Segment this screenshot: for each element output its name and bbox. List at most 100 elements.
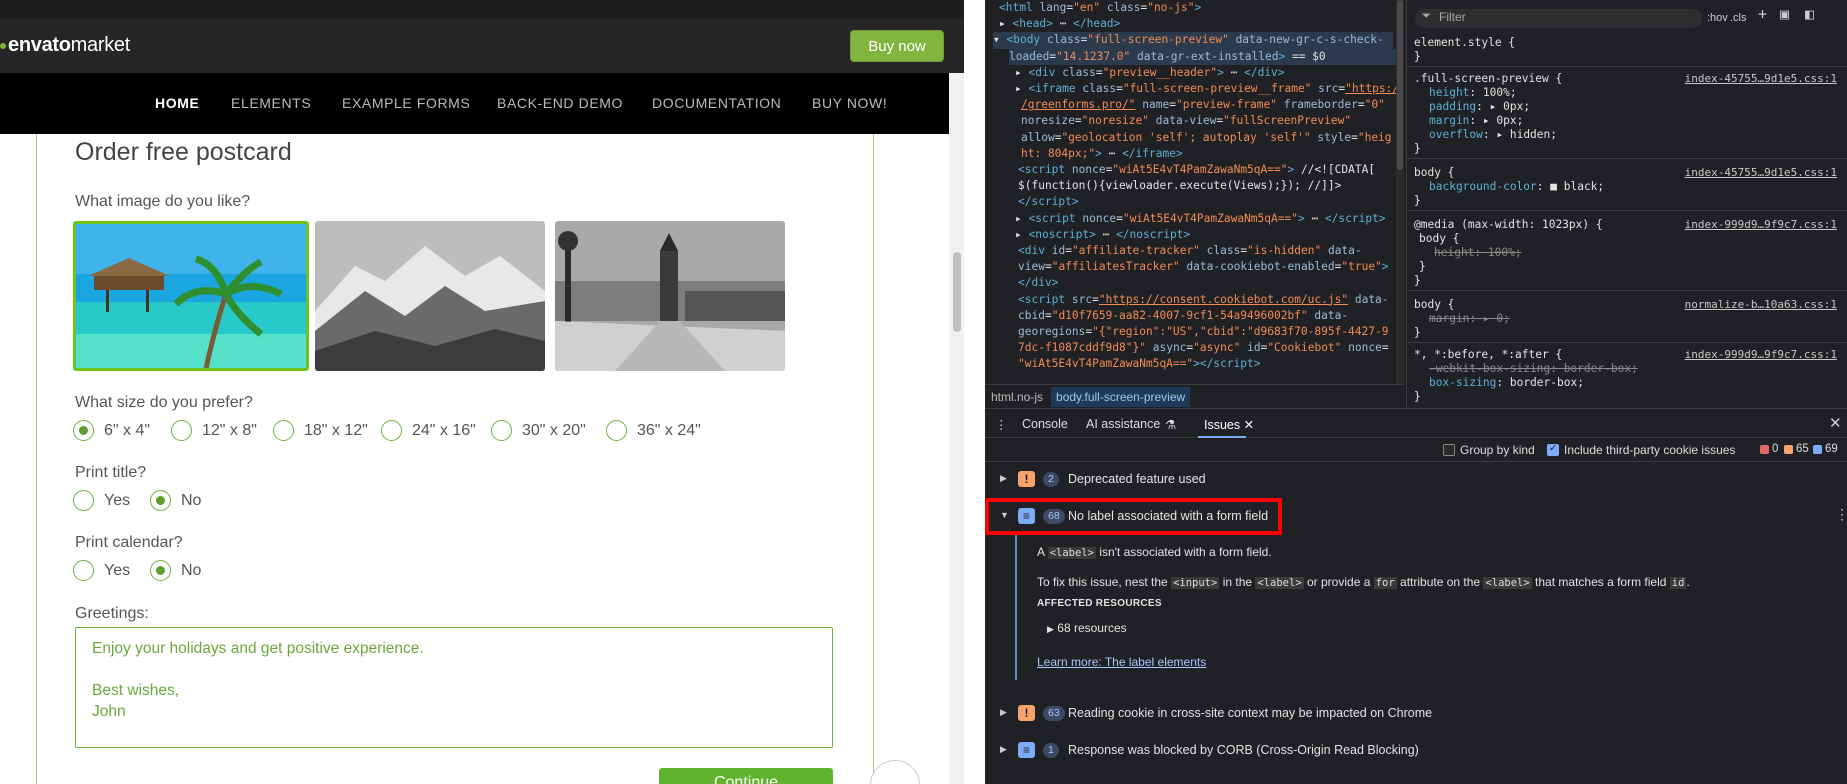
resources-toggle[interactable]: ▶ 68 resources: [1047, 621, 1127, 635]
close-drawer-icon[interactable]: ✕: [1829, 414, 1842, 432]
issue-cross-site-cookie[interactable]: ▶ ! 63 Reading cookie in cross-site cont…: [985, 696, 1847, 732]
nav-elements[interactable]: ELEMENTS: [231, 95, 311, 111]
size-option-12x8[interactable]: 12" x 8": [171, 420, 257, 441]
issue-corb-blocked[interactable]: ▶ ≡ 1 Response was blocked by CORB (Cros…: [985, 733, 1847, 769]
envato-logo[interactable]: envatomarket: [0, 34, 130, 57]
dom-line[interactable]: ▾ <body class="full-screen-preview" data…: [993, 32, 1393, 49]
warning-count: 65: [1784, 443, 1809, 455]
nav-buy-now[interactable]: BUY NOW!: [812, 95, 887, 111]
styles-pane: ⏷ Filter :hov .cls + ▣ ◧ element.style { …: [1406, 0, 1847, 408]
dom-line[interactable]: ▸ <div class="preview__header"> ⋯ </div>: [1015, 65, 1285, 81]
image-option-london[interactable]: [555, 221, 785, 371]
breadcrumb-body[interactable]: body.full-screen-preview: [1051, 386, 1191, 407]
learn-more-link[interactable]: Learn more: The label elements: [1037, 655, 1206, 669]
issue-details: A <label> isn't associated with a form f…: [1015, 535, 1847, 680]
dom-line[interactable]: ▸ <script nonce="wiAt5E4vT4PamZawaNm5qA=…: [1015, 211, 1386, 227]
tab-ai-assistance[interactable]: AI assistance: [1086, 417, 1160, 431]
dom-line[interactable]: ▸ <head> ⋯ </head>: [999, 16, 1120, 32]
issue-title: Deprecated feature used: [1068, 472, 1206, 486]
styles-filter-input[interactable]: ⏷ Filter: [1415, 9, 1702, 28]
print-calendar-yes[interactable]: Yes: [73, 560, 130, 581]
buy-now-button[interactable]: Buy now: [850, 30, 944, 62]
dom-breadcrumb: html.no-js body.full-screen-preview: [985, 384, 1404, 408]
paint-icon[interactable]: ▣: [1780, 7, 1789, 22]
issue-count-badge: 1: [1043, 743, 1059, 758]
computed-sidebar-icon[interactable]: ◧: [1805, 7, 1814, 22]
dom-scrollbar-thumb[interactable]: [1397, 0, 1403, 170]
drawer-tabs: ⋮ Console AI assistance ⚗ Issues ✕ ✕: [985, 408, 1847, 438]
expand-icon: ▶: [1000, 473, 1007, 483]
size-option-24x16[interactable]: 24" x 16": [381, 420, 476, 441]
nav-back-end-demo[interactable]: BACK-END DEMO: [497, 95, 623, 111]
filter-icon: ⏷: [1422, 10, 1431, 22]
image-option-mountains[interactable]: [315, 221, 545, 371]
group-by-kind-checkbox[interactable]: Group by kind: [1443, 443, 1535, 457]
print-title-no[interactable]: No: [150, 490, 201, 511]
include-third-party-checkbox[interactable]: Include third-party cookie issues: [1547, 443, 1735, 457]
top-strip: [0, 0, 964, 18]
page-scrollbar[interactable]: [949, 73, 964, 784]
close-tab-icon[interactable]: ✕: [1244, 418, 1254, 432]
cls-toggle[interactable]: .cls: [1730, 12, 1747, 26]
warning-icon: [1784, 444, 1793, 454]
issue-deprecated-feature[interactable]: ▶ ! 2 Deprecated feature used: [985, 462, 1847, 498]
radio-icon: [381, 420, 402, 441]
size-question-label: What size do you prefer?: [75, 394, 253, 411]
drawer-menu-icon[interactable]: ⋮: [995, 417, 1008, 432]
tab-issues[interactable]: Issues ✕: [1204, 417, 1254, 432]
continue-button[interactable]: Continue: [659, 768, 833, 784]
dom-line[interactable]: </script>: [1018, 194, 1079, 210]
issue-title: Reading cookie in cross-site context may…: [1068, 706, 1433, 720]
size-option-36x24[interactable]: 36" x 24": [606, 420, 701, 441]
dom-line[interactable]: ▸ <noscript> ⋯ </noscript>: [1015, 227, 1190, 243]
breadcrumb-html[interactable]: html.no-js: [991, 390, 1043, 404]
dom-line[interactable]: <div id="affiliate-tracker" class="is-hi…: [1018, 243, 1362, 259]
image-question-label: What image do you like?: [75, 193, 251, 210]
dom-line[interactable]: noresize="noresize" data-view="fullScree…: [1021, 113, 1351, 129]
logo-mark-icon: [0, 42, 6, 49]
more-options-icon[interactable]: ⋮: [1835, 507, 1847, 523]
dom-line[interactable]: "wiAt5E4vT4PamZawaNm5qA=="></script>: [1018, 356, 1260, 372]
greetings-label: Greetings:: [75, 605, 149, 622]
dom-line[interactable]: allow="geolocation 'self'; autoplay 'sel…: [1021, 130, 1392, 146]
issue-title: Response was blocked by CORB (Cross-Orig…: [1068, 743, 1419, 757]
dom-line[interactable]: <html lang="en" class="no-js">: [999, 0, 1201, 16]
hov-toggle[interactable]: :hov: [1707, 12, 1728, 26]
elements-dom-tree[interactable]: <html lang="en" class="no-js"> ▸ <head> ⋯…: [985, 0, 1404, 384]
size-option-18x12[interactable]: 18" x 12": [273, 420, 368, 441]
print-calendar-no[interactable]: No: [150, 560, 201, 581]
style-source-link[interactable]: index-999d9…9f9c7.css:1: [1685, 218, 1837, 232]
style-source-link[interactable]: index-45755…9d1e5.css:1: [1685, 72, 1837, 86]
size-option-30x20[interactable]: 30" x 20": [491, 420, 586, 441]
dom-line[interactable]: 7dc-f1087cddf9d8"}" async="async" id="Co…: [1018, 340, 1389, 356]
dom-line[interactable]: georegions="{"region":"US","cbid":"d9683…: [1018, 324, 1388, 340]
dom-line[interactable]: /greenforms.pro/" name="preview-frame" f…: [1021, 97, 1385, 113]
page-scrollbar-thumb[interactable]: [953, 252, 961, 332]
scroll-to-top-button[interactable]: [870, 760, 920, 784]
dom-line[interactable]: <script nonce="wiAt5E4vT4PamZawaNm5qA=="…: [1018, 162, 1375, 178]
dom-line[interactable]: view="affiliatesTracker" data-cookiebot-…: [1018, 259, 1389, 275]
dom-line[interactable]: ht: 804px;"> ⋯ </iframe>: [1021, 146, 1183, 162]
dom-line[interactable]: $(function(){viewloader.execute(Views);}…: [1018, 178, 1341, 194]
issue-count-badge: 2: [1043, 472, 1059, 487]
style-source-link[interactable]: index-999d9…9f9c7.css:1: [1685, 348, 1837, 362]
dom-line[interactable]: cbid="d10f7659-aa82-4007-9cf1-54a9496002…: [1018, 308, 1348, 324]
viewport-gutter: [964, 0, 985, 784]
tab-console[interactable]: Console: [1022, 417, 1068, 431]
style-source-link[interactable]: index-45755…9d1e5.css:1: [1685, 166, 1837, 180]
dom-line[interactable]: </div>: [1018, 275, 1058, 291]
nav-example-forms[interactable]: EXAMPLE FORMS: [342, 95, 470, 111]
nav-home[interactable]: HOME: [155, 95, 199, 111]
image-option-beach[interactable]: [73, 221, 309, 371]
nav-documentation[interactable]: DOCUMENTATION: [652, 95, 781, 111]
greetings-textarea[interactable]: Enjoy your holidays and get positive exp…: [75, 627, 833, 748]
dom-line[interactable]: loaded="14.1237.0" data-gr-ext-installed…: [1009, 48, 1404, 65]
radio-icon: [606, 420, 627, 441]
size-option-6x4[interactable]: 6" x 4": [73, 420, 150, 441]
dom-line[interactable]: <script src="https://consent.cookiebot.c…: [1018, 292, 1389, 308]
new-style-rule-icon[interactable]: +: [1758, 7, 1767, 22]
dom-line[interactable]: ▸ <iframe class="full-screen-preview__fr…: [1015, 81, 1399, 97]
print-calendar-label: Print calendar?: [75, 534, 183, 551]
style-source-link[interactable]: normalize-b…10a63.css:1: [1685, 298, 1837, 312]
print-title-yes[interactable]: Yes: [73, 490, 130, 511]
